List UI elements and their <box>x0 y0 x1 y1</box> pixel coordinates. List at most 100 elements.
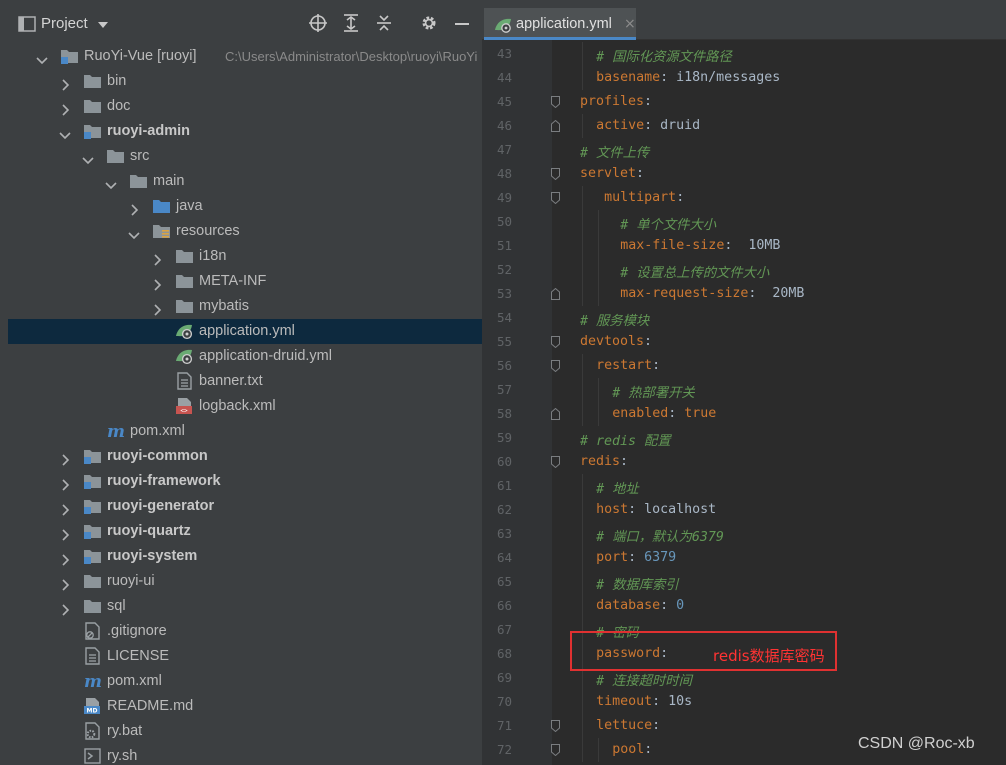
tree-item[interactable]: sql <box>0 594 482 619</box>
chevron-down-icon[interactable] <box>105 176 117 190</box>
fold-end-marker-icon[interactable] <box>551 119 560 132</box>
tree-item[interactable]: banner.txt <box>0 369 482 394</box>
fold-marker-icon[interactable] <box>551 96 560 109</box>
key-token: profiles <box>580 94 645 109</box>
fold-marker-icon[interactable] <box>551 168 560 181</box>
code-line[interactable]: 45 profiles: <box>482 90 1006 114</box>
chevron-right-icon[interactable] <box>151 276 163 291</box>
code-line[interactable]: 47 # 文件上传 <box>482 138 1006 162</box>
collapse-all-icon[interactable] <box>375 14 393 32</box>
tree-item[interactable]: ry.sh <box>0 744 482 765</box>
chevron-right-icon[interactable] <box>59 101 71 116</box>
code-line[interactable]: 50 # 单个文件大小 <box>482 210 1006 234</box>
code-line[interactable]: 53 max-request-size: 20MB <box>482 282 1006 306</box>
tree-item[interactable]: ruoyi-generator <box>0 494 482 519</box>
chevron-right-icon[interactable] <box>59 451 71 466</box>
fold-marker-icon[interactable] <box>551 192 560 205</box>
code-line[interactable]: 48 servlet: <box>482 162 1006 186</box>
code-line[interactable]: 63 # 端口，默认为6379 <box>482 522 1006 546</box>
minimize-icon[interactable] <box>453 14 471 32</box>
tree-item[interactable]: src <box>0 144 482 169</box>
code-line[interactable]: 55 devtools: <box>482 330 1006 354</box>
tree-item[interactable]: ruoyi-framework <box>0 469 482 494</box>
chevron-down-icon[interactable] <box>82 151 94 165</box>
chevron-right-icon[interactable] <box>59 526 71 541</box>
code-line[interactable]: 44 basename: i18n/messages <box>482 66 1006 90</box>
tree-item[interactable]: main <box>0 169 482 194</box>
code-line[interactable]: 65 # 数据库索引 <box>482 570 1006 594</box>
fold-end-marker-icon[interactable] <box>551 407 560 420</box>
project-view-icon[interactable] <box>18 15 36 33</box>
code-line[interactable]: 64 port: 6379 <box>482 546 1006 570</box>
tree-item[interactable]: application-druid.yml <box>0 344 482 369</box>
tree-item[interactable]: RuoYi-Vue [ruoyi] C:\Users\Administrator\… <box>0 44 482 69</box>
tree-item[interactable]: doc <box>0 94 482 119</box>
gear-icon[interactable] <box>420 14 438 32</box>
tree-item[interactable]: .gitignore <box>0 619 482 644</box>
code-line[interactable]: 56 restart: <box>482 354 1006 378</box>
target-icon[interactable] <box>309 14 327 32</box>
close-icon[interactable]: × <box>624 16 636 32</box>
chevron-right-icon[interactable] <box>59 601 71 616</box>
code-line[interactable]: 54 # 服务模块 <box>482 306 1006 330</box>
code-line[interactable]: 62 host: localhost <box>482 498 1006 522</box>
tree-item[interactable]: ruoyi-common <box>0 444 482 469</box>
code-line[interactable]: 58 enabled: true <box>482 402 1006 426</box>
fold-end-marker-icon[interactable] <box>551 287 560 300</box>
chevron-right-icon[interactable] <box>59 501 71 516</box>
tree-item[interactable]: ruoyi-system <box>0 544 482 569</box>
resources-folder-icon <box>152 222 171 240</box>
chevron-down-icon[interactable] <box>98 22 108 28</box>
code-line[interactable]: 43 # 国际化资源文件路径 <box>482 42 1006 66</box>
chevron-down-icon[interactable] <box>36 51 48 65</box>
fold-marker-icon[interactable] <box>551 360 560 373</box>
tree-item[interactable]: <> logback.xml <box>0 394 482 419</box>
key-token: timeout <box>596 694 653 709</box>
chevron-down-icon[interactable] <box>128 226 140 240</box>
tree-item[interactable]: resources <box>0 219 482 244</box>
expand-all-icon[interactable] <box>342 14 360 32</box>
chevron-right-icon[interactable] <box>151 301 163 316</box>
chevron-right-icon[interactable] <box>59 551 71 566</box>
tree-item[interactable]: m pom.xml <box>0 669 482 694</box>
code-line[interactable]: 46 active: druid <box>482 114 1006 138</box>
tree-item[interactable]: LICENSE <box>0 644 482 669</box>
code-text: timeout: 10s <box>596 694 692 709</box>
tree-item-label: main <box>153 173 185 189</box>
tree-item[interactable]: m pom.xml <box>0 419 482 444</box>
editor-tab-application-yml[interactable]: application.yml × <box>484 8 636 40</box>
tree-item[interactable]: ruoyi-quartz <box>0 519 482 544</box>
tree-item[interactable]: bin <box>0 69 482 94</box>
tree-item[interactable]: mybatis <box>0 294 482 319</box>
code-line[interactable]: 61 # 地址 <box>482 474 1006 498</box>
fold-marker-icon[interactable] <box>551 744 560 757</box>
code-line[interactable]: 51 max-file-size: 10MB <box>482 234 1006 258</box>
project-panel-title[interactable]: Project <box>41 15 88 32</box>
chevron-right-icon[interactable] <box>151 251 163 266</box>
chevron-down-icon[interactable] <box>59 126 71 140</box>
tree-item[interactable]: ruoyi-ui <box>0 569 482 594</box>
tree-item[interactable]: i18n <box>0 244 482 269</box>
code-line[interactable]: 59 # redis 配置 <box>482 426 1006 450</box>
code-line[interactable]: 57 # 热部署开关 <box>482 378 1006 402</box>
tree-item[interactable]: ruoyi-admin <box>0 119 482 144</box>
fold-marker-icon[interactable] <box>551 336 560 349</box>
line-number: 70 <box>496 694 512 709</box>
chevron-right-icon[interactable] <box>59 476 71 491</box>
tree-item[interactable]: ry.bat <box>0 719 482 744</box>
fold-marker-icon[interactable] <box>551 720 560 733</box>
fold-marker-icon[interactable] <box>551 456 560 469</box>
code-line[interactable]: 60 redis: <box>482 450 1006 474</box>
chevron-right-icon[interactable] <box>59 576 71 591</box>
code-line[interactable]: 52 # 设置总上传的文件大小 <box>482 258 1006 282</box>
chevron-right-icon[interactable] <box>128 201 140 216</box>
code-line[interactable]: 49 multipart: <box>482 186 1006 210</box>
tree-item[interactable]: META-INF <box>0 269 482 294</box>
tree-item[interactable]: MD README.md <box>0 694 482 719</box>
chevron-right-icon[interactable] <box>59 76 71 91</box>
tree-item[interactable]: java <box>0 194 482 219</box>
code-line[interactable]: 70 timeout: 10s <box>482 690 1006 714</box>
comment-token: # 国际化资源文件路径 <box>596 50 732 65</box>
tree-item[interactable]: application.yml <box>8 319 482 344</box>
code-line[interactable]: 66 database: 0 <box>482 594 1006 618</box>
